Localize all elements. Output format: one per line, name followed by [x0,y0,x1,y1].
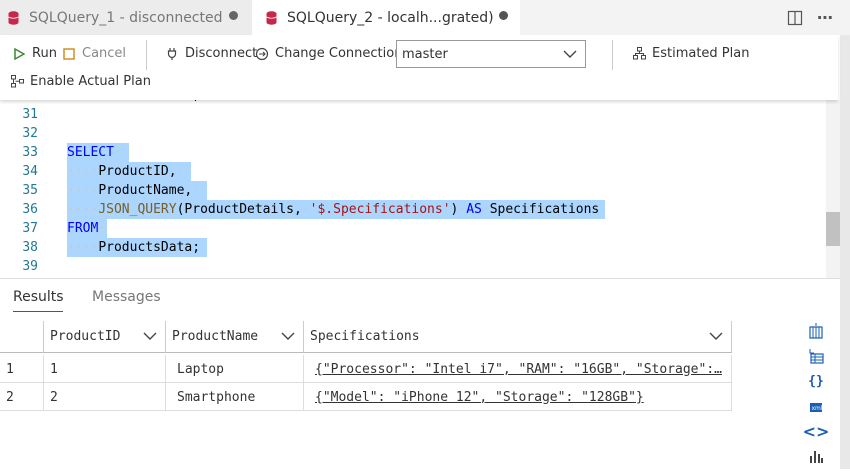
line-number: 34 [22,164,38,179]
save-as-excel-icon[interactable] [806,346,826,366]
unsaved-dot-icon[interactable] [229,11,238,20]
change-connection-button[interactable]: Change Connection [255,46,402,61]
split-editor-icon[interactable] [784,7,806,29]
results-panel: Results Messages ProductID ProductName S… [0,278,840,470]
database-icon [266,10,277,25]
chevron-down-icon[interactable] [281,330,295,345]
run-label: Run [32,46,57,61]
row-number: 1 [0,355,44,383]
toolbar-divider [146,40,147,70]
more-actions-icon[interactable]: ⋯ [814,7,836,29]
tab-label: SQLQuery_1 - disconnected [29,9,223,26]
code-text: FROM· [67,221,107,236]
line-number: 38 [22,240,38,255]
cell-productid[interactable]: 1 [44,355,166,383]
editor-line: 37 FROM· [0,219,826,238]
cancel-button[interactable]: Cancel [62,46,126,61]
cell-productname[interactable]: Laptop [166,355,304,383]
database-select-value: master [402,46,448,62]
enable-actual-plan-label: Enable Actual Plan [30,74,151,89]
plug-icon [165,47,179,61]
save-as-json-icon[interactable]: {} [806,371,826,391]
editor-line: 36 ····JSON_QUERY(ProductDetails,·'$.Spe… [0,200,826,219]
query-editor[interactable]: 30 ····ProductsData; 31 32 33 SELECT· 34… [0,88,826,278]
chart-icon[interactable] [806,446,826,466]
results-actions: {} xml <> [803,321,830,471]
run-button[interactable]: Run [12,46,57,61]
code-text: ····ProductsData; [67,240,201,255]
estimated-plan-button[interactable]: Estimated Plan [632,46,749,61]
row-number-header [0,321,44,353]
line-number: 32 [22,126,38,141]
line-number: 35 [22,183,38,198]
cancel-label: Cancel [82,46,127,61]
change-connection-label: Change Connection [275,46,403,61]
column-header-productid[interactable]: ProductID [44,321,166,353]
estimated-plan-label: Estimated Plan [652,46,750,61]
cell-specifications[interactable]: {"Processor": "Intel i7", "RAM": "16GB",… [304,355,732,383]
code-text: ····ProductName,· [67,183,201,198]
plan-icon [632,47,646,61]
actual-plan-icon [10,75,24,89]
line-number: 39 [22,259,38,274]
chevron-down-icon [563,48,577,63]
tab-sqlquery-2[interactable]: SQLQuery_2 - localh...grated) [252,0,520,35]
table-row[interactable]: 2 2 Smartphone {"Model": "iPhone 12", "S… [0,383,732,411]
tab-sqlquery-1[interactable]: SQLQuery_1 - disconnected [0,0,252,35]
json-link[interactable]: {"Model": "iPhone 12", "Storage": "128GB… [315,390,644,405]
line-number: 36 [22,202,38,217]
editor-line: 35 ····ProductName,· [0,181,826,200]
tab-messages[interactable]: Messages [92,289,161,305]
editor-scrollbar-thumb[interactable] [826,212,840,246]
editor-scrollbar[interactable] [826,100,840,278]
save-as-xml-icon[interactable]: xml [806,396,826,416]
tab-results[interactable]: Results [13,289,64,305]
run-icon [12,47,26,61]
editor-line: 38 ····ProductsData; [0,238,826,257]
json-link[interactable]: {"Processor": "Intel i7", "RAM": "16GB",… [315,362,722,377]
enable-actual-plan-button[interactable]: Enable Actual Plan [10,74,151,89]
line-number: 33 [22,145,38,160]
disconnect-label: Disconnect [185,46,258,61]
query-toolbar: Run Cancel Disconnect Change Connection … [0,35,838,100]
connection-icon [255,47,269,61]
row-number: 2 [0,383,44,411]
toolbar-divider [612,40,613,70]
chevron-down-icon[interactable] [709,330,723,345]
column-header-label: Specifications [310,329,420,344]
disconnect-button[interactable]: Disconnect [165,46,257,61]
column-header-label: ProductID [50,329,121,344]
save-as-csv-icon[interactable] [806,321,826,341]
right-edge-strip [840,35,850,469]
cell-productid[interactable]: 2 [44,383,166,411]
code-text: ····JSON_QUERY(ProductDetails,·'$.Specif… [67,202,600,217]
line-number: 31 [22,107,38,122]
cell-productname[interactable]: Smartphone [166,383,304,411]
editor-line: 31 [0,105,826,124]
code-text: ····ProductID,· [67,164,185,179]
column-header-productname[interactable]: ProductName [166,321,304,353]
editor-line: 33 SELECT· [0,143,826,162]
table-row[interactable]: 1 1 Laptop {"Processor": "Intel i7", "RA… [0,355,732,383]
editor-line: 32 [0,124,826,143]
copy-icon[interactable]: <> [803,421,830,441]
editor-tab-bar: SQLQuery_1 - disconnected SQLQuery_2 - l… [0,0,850,35]
database-select[interactable]: master [396,40,586,68]
line-number: 37 [22,221,38,236]
editor-line: 34 ····ProductID,· [0,162,826,181]
column-header-specifications[interactable]: Specifications [304,321,732,353]
editor-line: 39 [0,257,826,276]
database-icon [8,10,19,25]
active-tab-underline [13,311,63,312]
svg-text:xml: xml [812,405,823,412]
column-header-label: ProductName [172,329,259,344]
unsaved-dot-icon[interactable] [499,11,508,20]
chevron-down-icon[interactable] [143,330,157,345]
cell-specifications[interactable]: {"Model": "iPhone 12", "Storage": "128GB… [304,383,732,411]
tab-label: SQLQuery_2 - localh...grated) [287,9,494,26]
code-text: SELECT· [67,145,122,160]
stop-icon [62,47,76,61]
